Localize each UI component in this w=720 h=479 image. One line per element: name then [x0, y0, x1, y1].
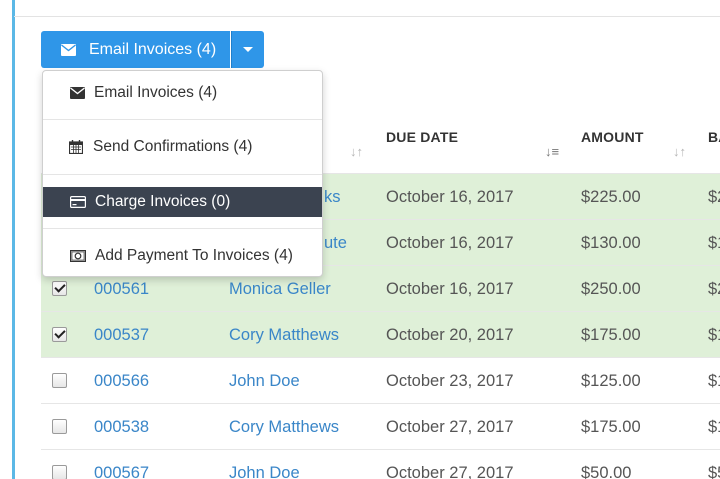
row-checkbox[interactable] [52, 327, 67, 342]
menu-divider [43, 119, 322, 120]
customer-name-link[interactable]: ute [324, 220, 347, 266]
due-date-cell: October 23, 2017 [386, 372, 514, 390]
amount-cell: $50.00 [581, 464, 632, 479]
menu-item-label: Email Invoices (4) [94, 84, 218, 101]
row-checkbox[interactable] [52, 373, 67, 388]
table-row[interactable]: 000538 Cory Matthews October 27, 2017 $175.… [41, 403, 720, 449]
page-top-divider [14, 16, 720, 17]
email-invoices-dropdown-toggle[interactable] [231, 31, 264, 68]
sort-desc-icon[interactable]: ↓≡ [545, 144, 559, 159]
due-date-cell: October 27, 2017 [386, 418, 514, 436]
customer-name-link[interactable]: John Doe [229, 450, 300, 479]
customer-name-link[interactable]: Cory Matthews [229, 404, 339, 450]
due-date-cell: October 16, 2017 [386, 234, 514, 252]
balance-cell: $1 [708, 372, 720, 390]
menu-item-add-payment[interactable]: Add Payment To Invoices (4) [43, 241, 322, 271]
column-header-balance[interactable]: BA [708, 129, 720, 145]
due-date-cell: October 27, 2017 [386, 464, 514, 479]
table-row[interactable]: 000567 John Doe October 27, 2017 $50.00 $5 [41, 449, 720, 479]
page-left-accent [12, 0, 15, 479]
amount-cell: $175.00 [581, 326, 641, 344]
email-invoices-button[interactable]: Email Invoices (4) [41, 31, 230, 68]
menu-item-label: Send Confirmations (4) [93, 138, 253, 155]
money-icon [70, 249, 86, 263]
due-date-cell: October 20, 2017 [386, 326, 514, 344]
menu-item-charge-invoices[interactable]: Charge Invoices (0) [43, 187, 322, 217]
sort-icon[interactable]: ↓↑ [350, 144, 363, 159]
bulk-actions-dropdown-menu: Email Invoices (4) Send Confirmations (4… [42, 70, 323, 277]
customer-name-link[interactable]: Cory Matthews [229, 312, 339, 358]
menu-item-label: Add Payment To Invoices (4) [95, 247, 293, 264]
menu-item-email-invoices[interactable]: Email Invoices (4) [43, 78, 322, 108]
caret-down-icon [243, 47, 253, 52]
invoice-number-link[interactable]: 000537 [94, 312, 149, 358]
calendar-icon [68, 140, 84, 154]
menu-divider [43, 228, 322, 229]
row-checkbox[interactable] [52, 465, 67, 479]
amount-cell: $125.00 [581, 372, 641, 390]
due-date-cell: October 16, 2017 [386, 188, 514, 206]
balance-cell: $1 [708, 418, 720, 436]
customer-name-link[interactable]: John Doe [229, 358, 300, 404]
email-invoices-split-button: Email Invoices (4) [41, 31, 264, 68]
envelope-icon [61, 43, 76, 56]
sort-icon[interactable]: ↓↑ [673, 144, 686, 159]
balance-cell: $5 [708, 464, 720, 479]
customer-name-link[interactable]: ks [324, 174, 341, 220]
balance-cell: $1 [708, 326, 720, 344]
credit-card-icon [70, 195, 86, 209]
amount-cell: $225.00 [581, 188, 641, 206]
email-invoices-button-label: Email Invoices (4) [89, 40, 217, 58]
column-header-amount[interactable]: AMOUNT [581, 129, 644, 145]
invoice-number-link[interactable]: 000567 [94, 450, 149, 479]
menu-divider [43, 174, 322, 175]
menu-item-send-confirmations[interactable]: Send Confirmations (4) [43, 132, 322, 162]
balance-cell: $2 [708, 188, 720, 206]
balance-cell: $2 [708, 280, 720, 298]
column-header-due-date[interactable]: DUE DATE [386, 129, 458, 145]
invoice-number-link[interactable]: 000566 [94, 358, 149, 404]
row-checkbox[interactable] [52, 281, 67, 296]
balance-cell: $1 [708, 234, 720, 252]
menu-item-label: Charge Invoices (0) [95, 193, 231, 210]
table-row[interactable]: 000537 Cory Matthews October 20, 2017 $175.… [41, 311, 720, 357]
envelope-icon [69, 86, 85, 100]
amount-cell: $175.00 [581, 418, 641, 436]
row-checkbox[interactable] [52, 419, 67, 434]
invoice-number-link[interactable]: 000538 [94, 404, 149, 450]
amount-cell: $250.00 [581, 280, 641, 298]
table-row[interactable]: 000566 John Doe October 23, 2017 $125.00 $1 [41, 357, 720, 403]
due-date-cell: October 16, 2017 [386, 280, 514, 298]
amount-cell: $130.00 [581, 234, 641, 252]
